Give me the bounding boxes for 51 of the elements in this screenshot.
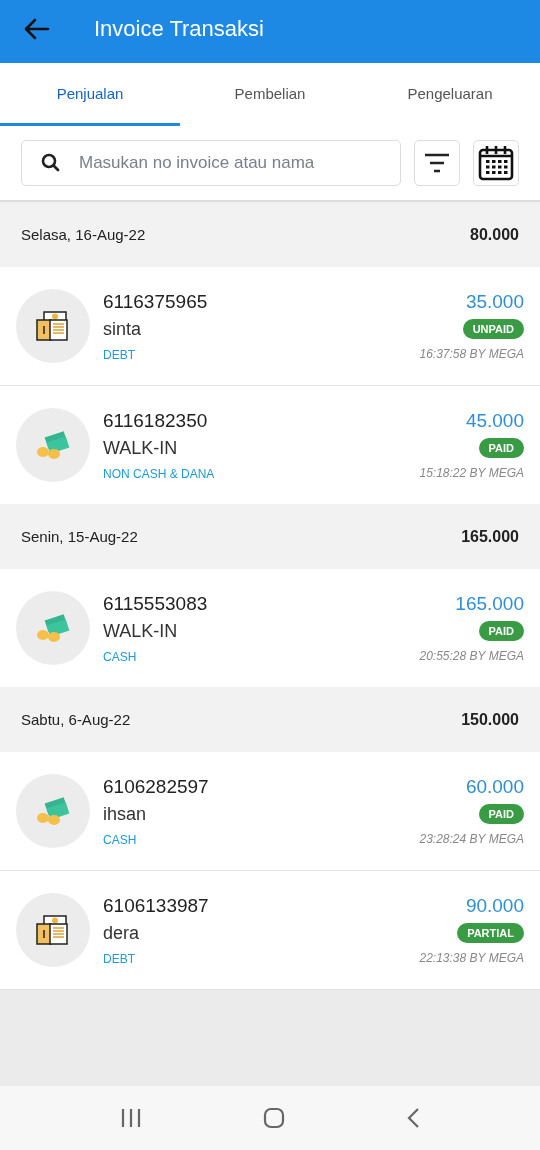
screen-title: Invoice Transaksi	[94, 15, 264, 42]
customer-name: sinta	[103, 318, 143, 340]
transaction-row[interactable]: 6106133987 dera DEBT 90.000 PARTIAL 22:13:38 BY MEGA	[0, 871, 540, 990]
customer-name: ihsan	[103, 803, 148, 825]
invoice-number: 6115553083	[103, 592, 209, 615]
timestamp: 23:28:24 BY MEGA	[419, 832, 524, 846]
filter-icon[interactable]	[414, 140, 460, 186]
timestamp: 15:18:22 BY MEGA	[419, 466, 524, 480]
recent-apps-icon[interactable]	[120, 1108, 143, 1128]
payment-method: NON CASH & DANA	[103, 466, 216, 481]
status-badge: PAID	[478, 804, 524, 824]
amount: 45.000	[465, 410, 524, 432]
tab[interactable]: Pengeluaran	[360, 63, 540, 126]
back-icon[interactable]	[24, 17, 50, 40]
date-label: Selasa, 16-Aug-22	[21, 226, 146, 243]
invoice-number: 6106282597	[103, 775, 210, 798]
search-field[interactable]: Masukan no invoice atau nama	[21, 140, 401, 186]
date-label: Sabtu, 6-Aug-22	[21, 711, 131, 728]
transaction-row[interactable]: 6116182350 WALK-IN NON CASH & DANA 45.000 PAID 15:18:22 BY MEGA	[0, 386, 540, 504]
payment-method: DEBT	[103, 951, 136, 966]
amount: 60.000	[465, 776, 524, 798]
payment-method: CASH	[103, 649, 138, 664]
home-icon[interactable]	[263, 1107, 285, 1129]
status-badge: UNPAID	[462, 319, 524, 339]
amount: 35.000	[465, 291, 524, 313]
day-total: 165.000	[461, 527, 519, 546]
customer-name: WALK-IN	[103, 437, 179, 459]
timestamp: 16:37:58 BY MEGA	[419, 347, 524, 361]
customer-name: dera	[103, 922, 141, 944]
payment-method: DEBT	[103, 347, 136, 362]
day-total: 150.000	[461, 710, 519, 729]
amount: 90.000	[465, 895, 524, 917]
invoice-number: 6106133987	[103, 894, 210, 917]
payment-method: CASH	[103, 832, 138, 847]
date-label: Senin, 15-Aug-22	[21, 528, 138, 545]
tab[interactable]: Pembelian	[180, 63, 360, 126]
invoice-number: 6116182350	[103, 409, 209, 432]
status-badge: PAID	[478, 438, 524, 458]
day-total: 80.000	[470, 225, 519, 244]
invoice-number: 6116375965	[103, 290, 209, 313]
status-badge: PAID	[478, 621, 524, 641]
status-badge: PARTIAL	[457, 923, 524, 943]
transaction-row[interactable]: 6116375965 sinta DEBT 35.000 UNPAID 16:37:58 BY MEGA	[0, 267, 540, 386]
transaction-row[interactable]: 6106282597 ihsan CASH 60.000 PAID 23:28:24 BY MEGA	[0, 752, 540, 871]
customer-name: WALK-IN	[103, 620, 179, 642]
calendar-icon[interactable]	[473, 140, 519, 186]
timestamp: 22:13:38 BY MEGA	[419, 951, 524, 965]
transaction-row[interactable]: 6115553083 WALK-IN CASH 165.000 PAID 20:55:28 BY MEGA	[0, 569, 540, 687]
back-icon[interactable]	[405, 1107, 420, 1129]
timestamp: 20:55:28 BY MEGA	[419, 649, 524, 663]
amount: 165.000	[455, 593, 524, 615]
